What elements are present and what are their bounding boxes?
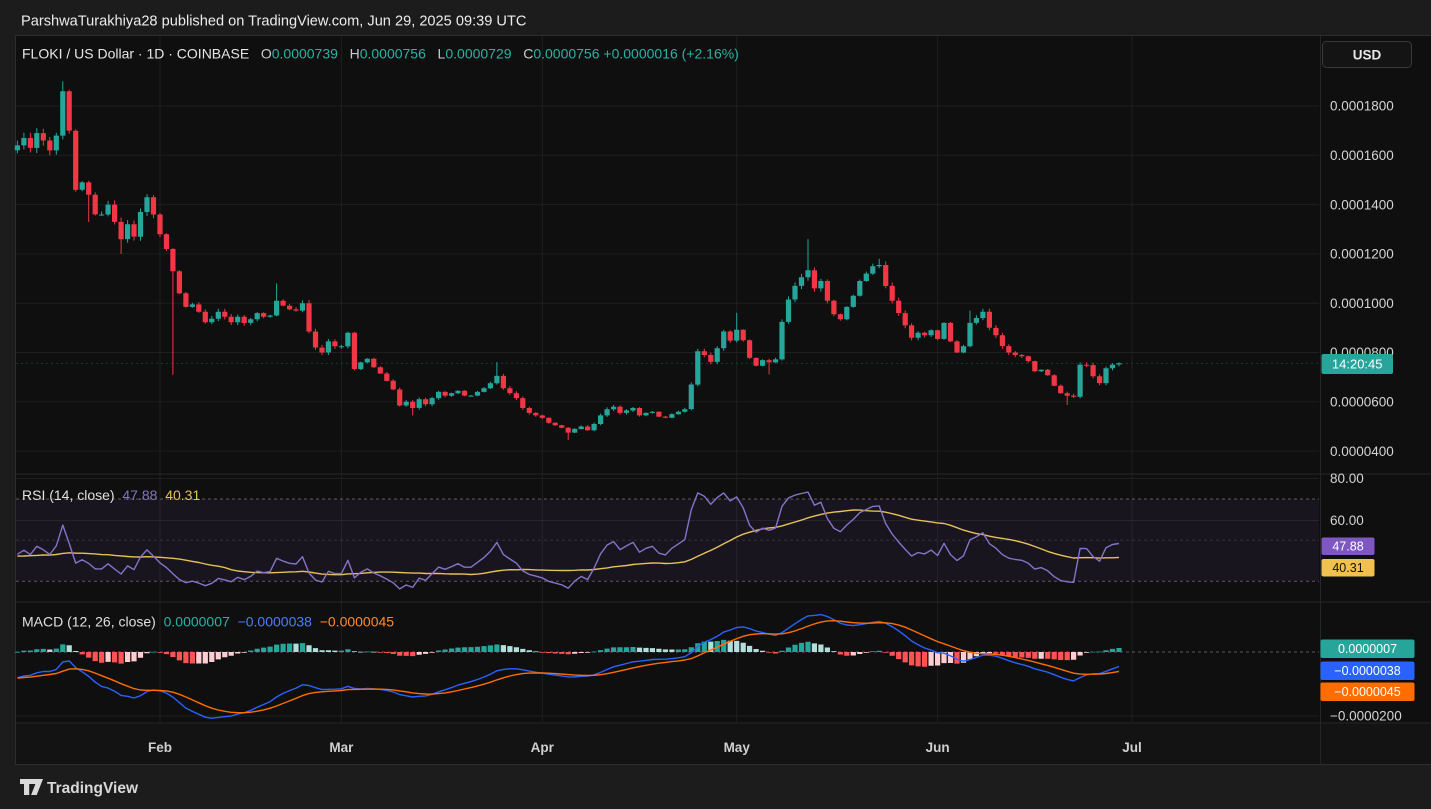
svg-text:May: May: [724, 740, 751, 755]
svg-text:80.00: 80.00: [1330, 471, 1364, 486]
svg-text:TradingView: TradingView: [47, 780, 139, 797]
svg-text:0.0001800: 0.0001800: [1330, 99, 1394, 114]
svg-text:RSI (14, close) 47.88 40.31: RSI (14, close) 47.88 40.31: [22, 487, 200, 503]
svg-text:Apr: Apr: [531, 740, 555, 755]
svg-text:0.0001400: 0.0001400: [1330, 197, 1394, 212]
svg-text:Jul: Jul: [1122, 740, 1142, 755]
svg-text:0.0000007: 0.0000007: [1338, 642, 1397, 656]
svg-text:14:20:45: 14:20:45: [1332, 356, 1383, 371]
svg-text:MACD (12, 26, close) 0.000000: MACD (12, 26, close) 0.0000007 −0.000003…: [22, 614, 394, 630]
svg-text:−0.0000045: −0.0000045: [1334, 685, 1400, 699]
svg-text:Feb: Feb: [148, 740, 172, 755]
svg-text:Jun: Jun: [926, 740, 950, 755]
svg-text:60.00: 60.00: [1330, 513, 1364, 528]
svg-text:−0.0000200: −0.0000200: [1330, 709, 1402, 724]
svg-text:47.88: 47.88: [1332, 540, 1363, 554]
svg-text:0.0001600: 0.0001600: [1330, 148, 1394, 163]
svg-text:40.31: 40.31: [1332, 561, 1363, 575]
svg-text:ParshwaTurakhiya28 published o: ParshwaTurakhiya28 published on TradingV…: [21, 14, 526, 30]
svg-text:Mar: Mar: [329, 740, 354, 755]
svg-text:0.0000600: 0.0000600: [1330, 395, 1394, 410]
svg-text:−0.0000038: −0.0000038: [1334, 664, 1400, 678]
svg-text:FLOKI / US Dollar · 1D · COINB: FLOKI / US Dollar · 1D · COINBASE O0.000…: [22, 46, 739, 62]
svg-text:0.0001200: 0.0001200: [1330, 247, 1394, 262]
svg-text:0.0000400: 0.0000400: [1330, 444, 1394, 459]
svg-text:0.0001000: 0.0001000: [1330, 296, 1394, 311]
svg-text:USD: USD: [1353, 48, 1382, 63]
